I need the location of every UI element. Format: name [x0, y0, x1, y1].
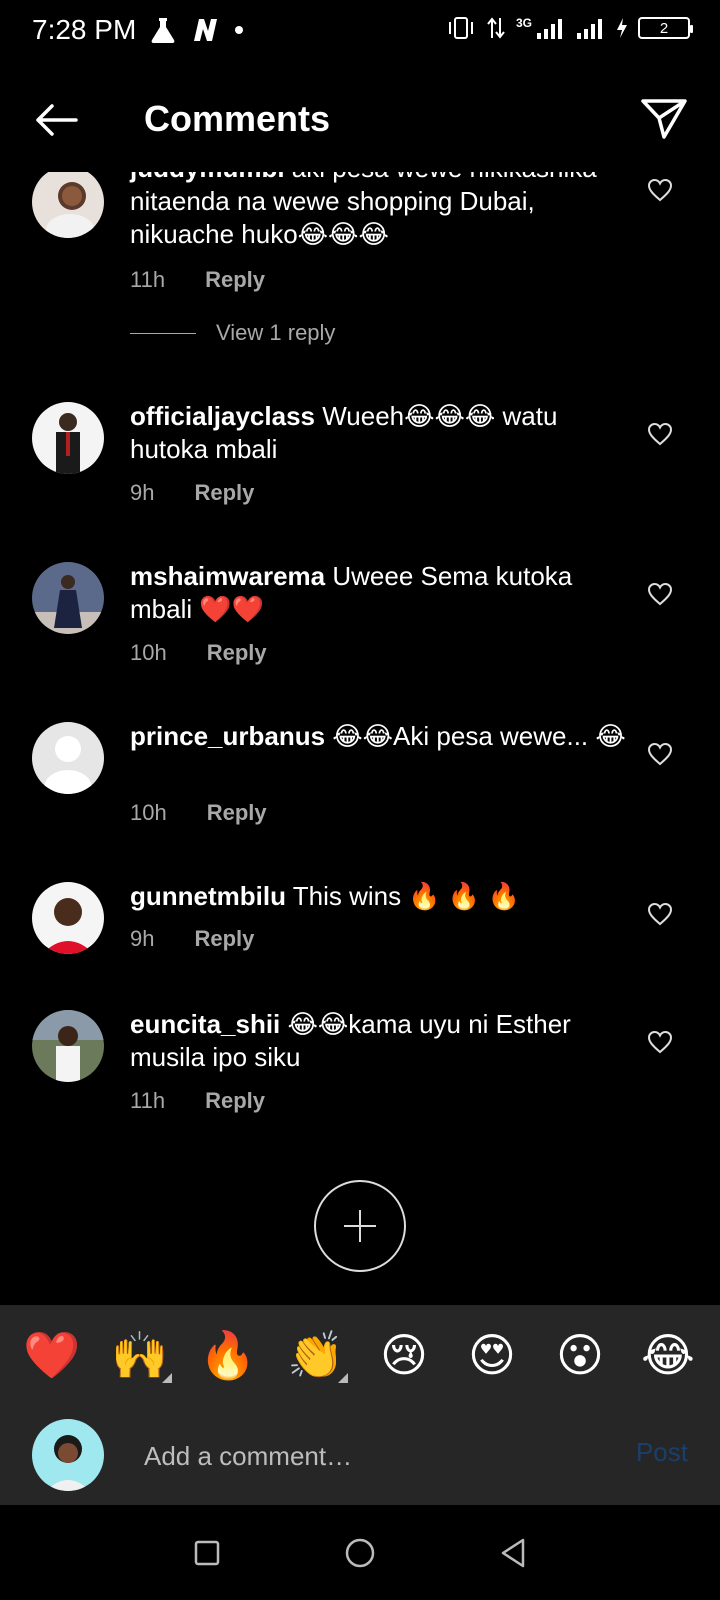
comments-list[interactable]: juddymumbi aki pesa wewe nikikashika nit… — [0, 172, 720, 1304]
comment-username[interactable]: juddymumbi — [130, 172, 285, 183]
post-button[interactable]: Post — [636, 1437, 688, 1468]
like-button[interactable] — [640, 1022, 680, 1062]
vibrate-icon — [448, 17, 473, 39]
square-icon — [194, 1540, 219, 1565]
charging-bolt-icon — [617, 18, 627, 38]
reply-button[interactable]: Reply — [194, 926, 254, 952]
like-button[interactable] — [640, 894, 680, 934]
comment-time: 10h — [130, 800, 167, 825]
reply-button[interactable]: Reply — [205, 267, 265, 293]
plus-icon — [344, 1210, 376, 1242]
comment-username[interactable]: prince_urbanus — [130, 721, 325, 751]
comment-composer: Post — [0, 1405, 720, 1505]
comment-content: 😂😂Aki pesa wewe... 😂 — [332, 721, 626, 751]
home-button[interactable] — [330, 1523, 390, 1583]
comment-text: officialjayclass Wueeh😂😂😂 watu hutoka mb… — [130, 400, 630, 466]
circle-icon — [345, 1538, 375, 1567]
comment-content: aki pesa wewe nikikashika nitaenda na we… — [130, 172, 597, 249]
back-button[interactable] — [28, 98, 84, 142]
comment-time: 10h — [130, 640, 167, 665]
emoji-crying-button[interactable]: 😢 — [368, 1328, 440, 1382]
emoji-laughing-button[interactable]: 😂 — [632, 1328, 704, 1382]
paper-plane-icon — [641, 99, 687, 139]
comment-text: euncita_shii 😂😂kama uyu ni Esther musila… — [130, 1008, 630, 1074]
status-time: 7:28 PM — [32, 14, 137, 45]
like-button[interactable] — [640, 574, 680, 614]
comment-username[interactable]: euncita_shii — [130, 1009, 280, 1039]
comment-username[interactable]: officialjayclass — [130, 401, 315, 431]
recents-button[interactable] — [177, 1523, 237, 1583]
battery-level: 2 — [659, 19, 669, 37]
status-bar: 7:28 PM 3G 2 — [0, 0, 720, 66]
emoji-bar: ❤️ 🙌 🔥 👏 😢 😍 😮 😂 — [0, 1305, 720, 1405]
comment-username[interactable]: gunnetmbilu — [130, 881, 286, 911]
comment-meta: 11h Reply — [130, 1088, 265, 1114]
avatar[interactable] — [32, 402, 104, 474]
comment-username[interactable]: mshaimwarema — [130, 561, 325, 591]
emoji-raised-hands-button[interactable]: 🙌 — [104, 1328, 176, 1383]
load-more-button[interactable] — [314, 1180, 406, 1272]
heart-icon — [647, 1030, 673, 1054]
reply-button[interactable]: Reply — [207, 800, 267, 826]
comment-meta: 9h Reply — [130, 480, 254, 506]
emoji-surprised-button[interactable]: 😮 — [544, 1328, 616, 1382]
system-nav-bar — [0, 1505, 720, 1600]
comment-meta: 9h Reply — [130, 926, 254, 952]
share-button[interactable] — [636, 94, 692, 144]
comment-meta: 10h Reply — [130, 800, 267, 826]
heart-icon — [647, 422, 673, 446]
comment-input[interactable] — [144, 1431, 604, 1481]
comment-text: gunnetmbilu This wins 🔥 🔥 🔥 — [130, 880, 630, 913]
comment-content: This wins 🔥 🔥 🔥 — [292, 881, 520, 911]
reply-button[interactable]: Reply — [207, 640, 267, 666]
page-title: Comments — [144, 98, 331, 139]
view-replies-divider — [130, 332, 196, 334]
like-button[interactable] — [640, 172, 680, 210]
dot-icon — [235, 26, 243, 34]
status-system-icons: 3G 2 — [446, 16, 693, 40]
arrow-left-icon — [36, 104, 78, 136]
heart-icon — [647, 582, 673, 606]
comment-text: prince_urbanus 😂😂Aki pesa wewe... 😂 — [130, 720, 630, 753]
battery-icon: 2 — [638, 17, 693, 39]
reply-button[interactable]: Reply — [194, 480, 254, 506]
emoji-heart-eyes-button[interactable]: 😍 — [456, 1328, 528, 1382]
system-back-button[interactable] — [483, 1523, 543, 1583]
heart-icon — [647, 902, 673, 926]
comment-text: juddymumbi aki pesa wewe nikikashika nit… — [130, 172, 630, 251]
signal-strength-icon — [537, 19, 562, 39]
avatar[interactable] — [32, 722, 104, 794]
heart-icon — [647, 742, 673, 766]
lab-flask-icon — [151, 18, 175, 43]
comment-meta: 10h Reply — [130, 640, 267, 666]
comment-time: 9h — [130, 480, 155, 505]
like-button[interactable] — [640, 734, 680, 774]
avatar[interactable] — [32, 562, 104, 634]
emoji-fire-button[interactable]: 🔥 — [192, 1328, 264, 1383]
network-type-label: 3G — [515, 16, 532, 30]
status-notification-icons — [150, 16, 244, 44]
like-button[interactable] — [640, 414, 680, 454]
netflix-n-icon — [194, 19, 217, 41]
view-replies-button[interactable]: View 1 reply — [130, 320, 335, 346]
comment-time: 11h — [130, 1088, 166, 1113]
emoji-heart-button[interactable]: ❤️ — [16, 1328, 88, 1383]
emoji-clap-button[interactable]: 👏 — [280, 1328, 352, 1383]
header: Comments — [0, 84, 720, 154]
avatar[interactable] — [32, 1010, 104, 1082]
comment-time: 11h — [130, 267, 166, 292]
current-user-avatar — [32, 1419, 104, 1491]
avatar[interactable] — [32, 882, 104, 954]
comment-text: mshaimwarema Uweee Sema kutoka mbali ❤️❤… — [130, 560, 630, 626]
heart-icon — [647, 178, 673, 202]
signal-strength-2-icon — [577, 19, 602, 39]
avatar[interactable] — [32, 172, 104, 238]
reply-button[interactable]: Reply — [205, 1088, 265, 1114]
data-transfer-icon — [487, 17, 505, 39]
comment-meta: 11h Reply — [130, 267, 265, 293]
view-replies-label: View 1 reply — [216, 320, 336, 345]
triangle-back-icon — [502, 1538, 525, 1567]
comment-time: 9h — [130, 926, 155, 951]
